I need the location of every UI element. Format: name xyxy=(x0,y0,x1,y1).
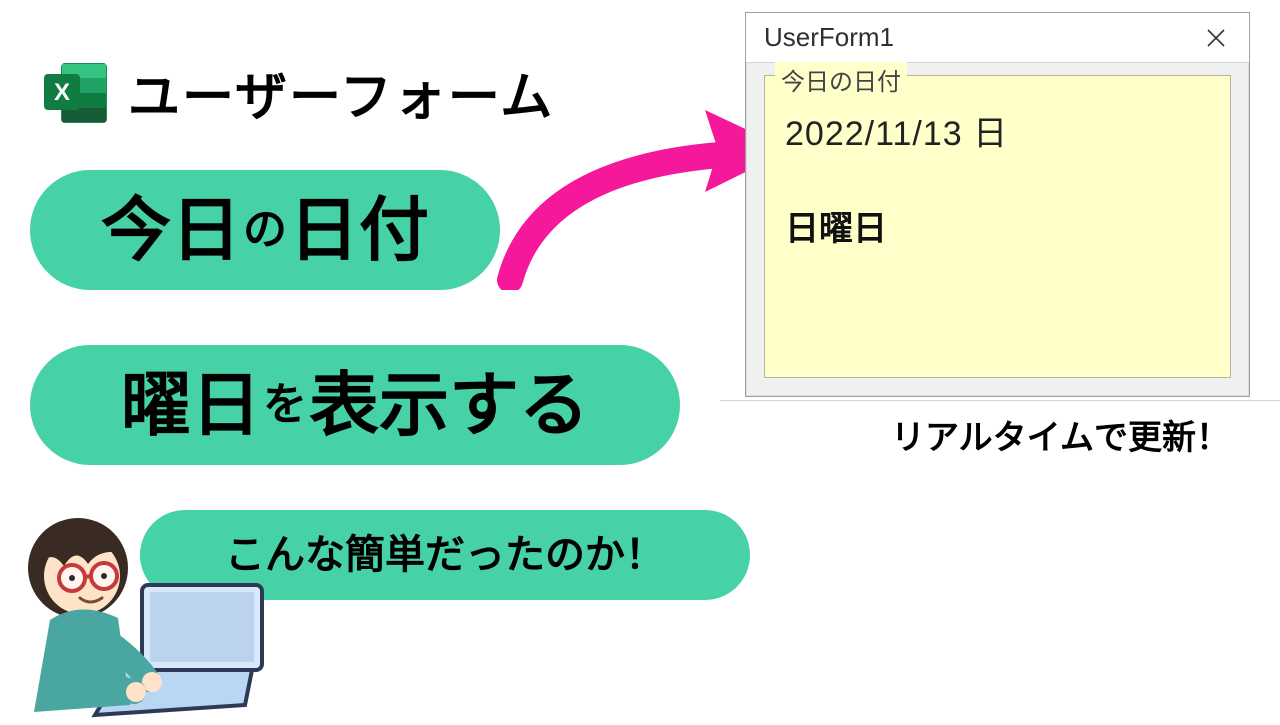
pill1-part3: 日付 xyxy=(289,191,429,269)
pill2-part1: 曜日 xyxy=(121,366,261,444)
pill1-part2: の xyxy=(241,205,289,254)
realtime-caption: リアルタイムで更新！ xyxy=(891,410,1230,459)
header: X ユーザーフォーム xyxy=(40,55,554,130)
date-label: 2022/11/13 日 xyxy=(785,106,1008,155)
excel-icon: X xyxy=(40,58,110,128)
character-illustration xyxy=(10,480,270,720)
pill2-part2: を xyxy=(261,380,309,429)
frame-caption: 今日の日付 xyxy=(775,62,907,97)
pill-today-date: 今日の日付 xyxy=(30,170,500,290)
excel-letter: X xyxy=(54,79,70,106)
userform-frame: 今日の日付 2022/11/13 日 日曜日 xyxy=(764,75,1231,378)
pill2-part3: 表示する xyxy=(309,366,589,444)
pill1-part1: 今日 xyxy=(101,191,241,269)
userform-title: UserForm1 xyxy=(764,22,894,53)
close-button[interactable] xyxy=(1193,13,1239,62)
pill3-text: こんな簡単だったのか！ xyxy=(225,533,665,577)
close-icon xyxy=(1206,28,1226,48)
userform-titlebar[interactable]: UserForm1 xyxy=(746,13,1249,63)
userform-window[interactable]: UserForm1 今日の日付 2022/11/13 日 日曜日 xyxy=(745,12,1250,397)
pill-show-weekday: 曜日を表示する xyxy=(30,345,680,465)
userform-body: 今日の日付 2022/11/13 日 日曜日 xyxy=(764,75,1231,378)
weekday-label: 日曜日 xyxy=(785,201,887,250)
